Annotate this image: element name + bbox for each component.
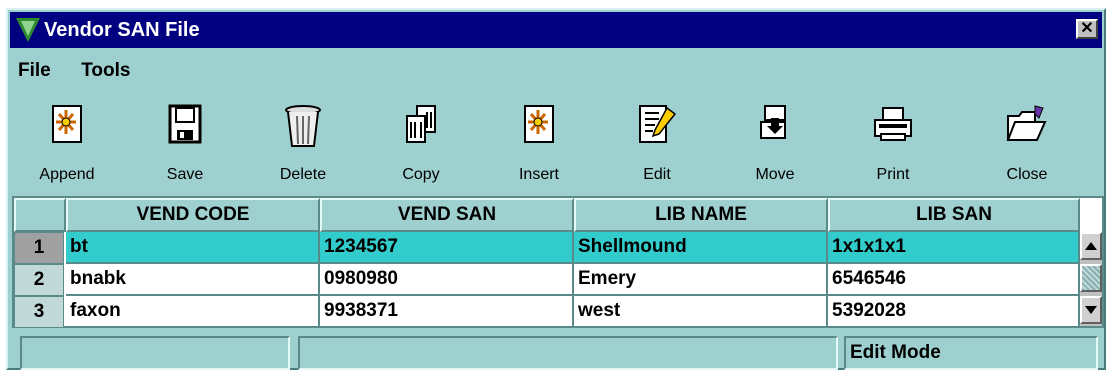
edit-icon: [639, 105, 677, 143]
window-close-button[interactable]: ✕: [1076, 19, 1098, 39]
status-field-2: [298, 336, 838, 370]
window-title: Vendor SAN File: [44, 19, 200, 41]
insert-icon: [524, 105, 554, 143]
status-field-1: [20, 336, 290, 370]
save-label: Save: [166, 166, 204, 183]
delete-icon: [285, 105, 321, 147]
print-button[interactable]: Print: [838, 98, 948, 188]
arrow-up-icon: [1085, 242, 1097, 250]
cell-vend-code[interactable]: bnabk: [66, 264, 320, 296]
title-bar[interactable]: Vendor SAN File ✕: [10, 12, 1102, 48]
print-label: Print: [876, 166, 910, 183]
row-number[interactable]: 3: [14, 296, 64, 328]
move-icon: [760, 105, 786, 139]
cell-lib-san[interactable]: 5392028: [828, 296, 1080, 328]
vertical-scrollbar[interactable]: [1080, 232, 1102, 326]
move-button[interactable]: Move: [720, 98, 830, 188]
delete-button[interactable]: Delete: [248, 98, 358, 188]
copy-icon: [406, 105, 436, 143]
toolbar: Append Save Delete Copy Insert Edit Move…: [12, 98, 1102, 188]
close-label: Close: [1006, 166, 1048, 183]
copy-label: Copy: [402, 166, 440, 183]
row-number[interactable]: 1: [14, 232, 64, 264]
vendor-san-window: Vendor SAN File ✕ File Tools Append Save: [6, 8, 1106, 370]
cell-vend-san[interactable]: 0980980: [320, 264, 574, 296]
cell-lib-san[interactable]: 6546546: [828, 264, 1080, 296]
delete-label: Delete: [279, 166, 327, 183]
edit-button[interactable]: Edit: [602, 98, 712, 188]
menu-tools[interactable]: Tools: [75, 60, 136, 81]
append-button[interactable]: Append: [12, 98, 122, 188]
cell-vend-san[interactable]: 9938371: [320, 296, 574, 328]
corner-header: [14, 198, 66, 232]
vendor-san-table: VEND CODE VEND SAN LIB NAME LIB SAN 1 bt…: [12, 196, 1104, 328]
save-button[interactable]: Save: [130, 98, 240, 188]
cell-lib-name[interactable]: Emery: [574, 264, 828, 296]
cell-lib-san[interactable]: 1x1x1x1: [828, 232, 1080, 264]
scroll-up-button[interactable]: [1080, 232, 1102, 260]
move-label: Move: [755, 166, 795, 183]
insert-button[interactable]: Insert: [484, 98, 594, 188]
menu-bar: File Tools: [12, 60, 150, 84]
app-v-icon: [16, 18, 40, 42]
status-mode: Edit Mode: [844, 336, 1098, 370]
row-number[interactable]: 2: [14, 264, 64, 296]
column-header-vend-san[interactable]: VEND SAN: [320, 198, 574, 232]
scroll-thumb[interactable]: [1080, 264, 1102, 292]
menu-file[interactable]: File: [12, 60, 57, 81]
copy-button[interactable]: Copy: [366, 98, 476, 188]
insert-label: Insert: [518, 166, 559, 183]
cell-vend-code[interactable]: bt: [66, 232, 320, 264]
append-label: Append: [39, 166, 95, 183]
close-folder-icon: [1006, 105, 1047, 141]
close-button[interactable]: Close: [972, 98, 1082, 188]
cell-lib-name[interactable]: Shellmound: [574, 232, 828, 264]
cell-lib-name[interactable]: west: [574, 296, 828, 328]
column-header-vend-code[interactable]: VEND CODE: [66, 198, 320, 232]
arrow-down-icon: [1085, 306, 1097, 314]
cell-vend-code[interactable]: faxon: [66, 296, 320, 328]
column-header-lib-san[interactable]: LIB SAN: [828, 198, 1080, 232]
edit-label: Edit: [643, 166, 671, 183]
save-icon: [168, 104, 202, 144]
append-icon: [52, 105, 82, 143]
print-icon: [874, 107, 912, 141]
scroll-down-button[interactable]: [1080, 296, 1102, 324]
cell-vend-san[interactable]: 1234567: [320, 232, 574, 264]
column-header-lib-name[interactable]: LIB NAME: [574, 198, 828, 232]
